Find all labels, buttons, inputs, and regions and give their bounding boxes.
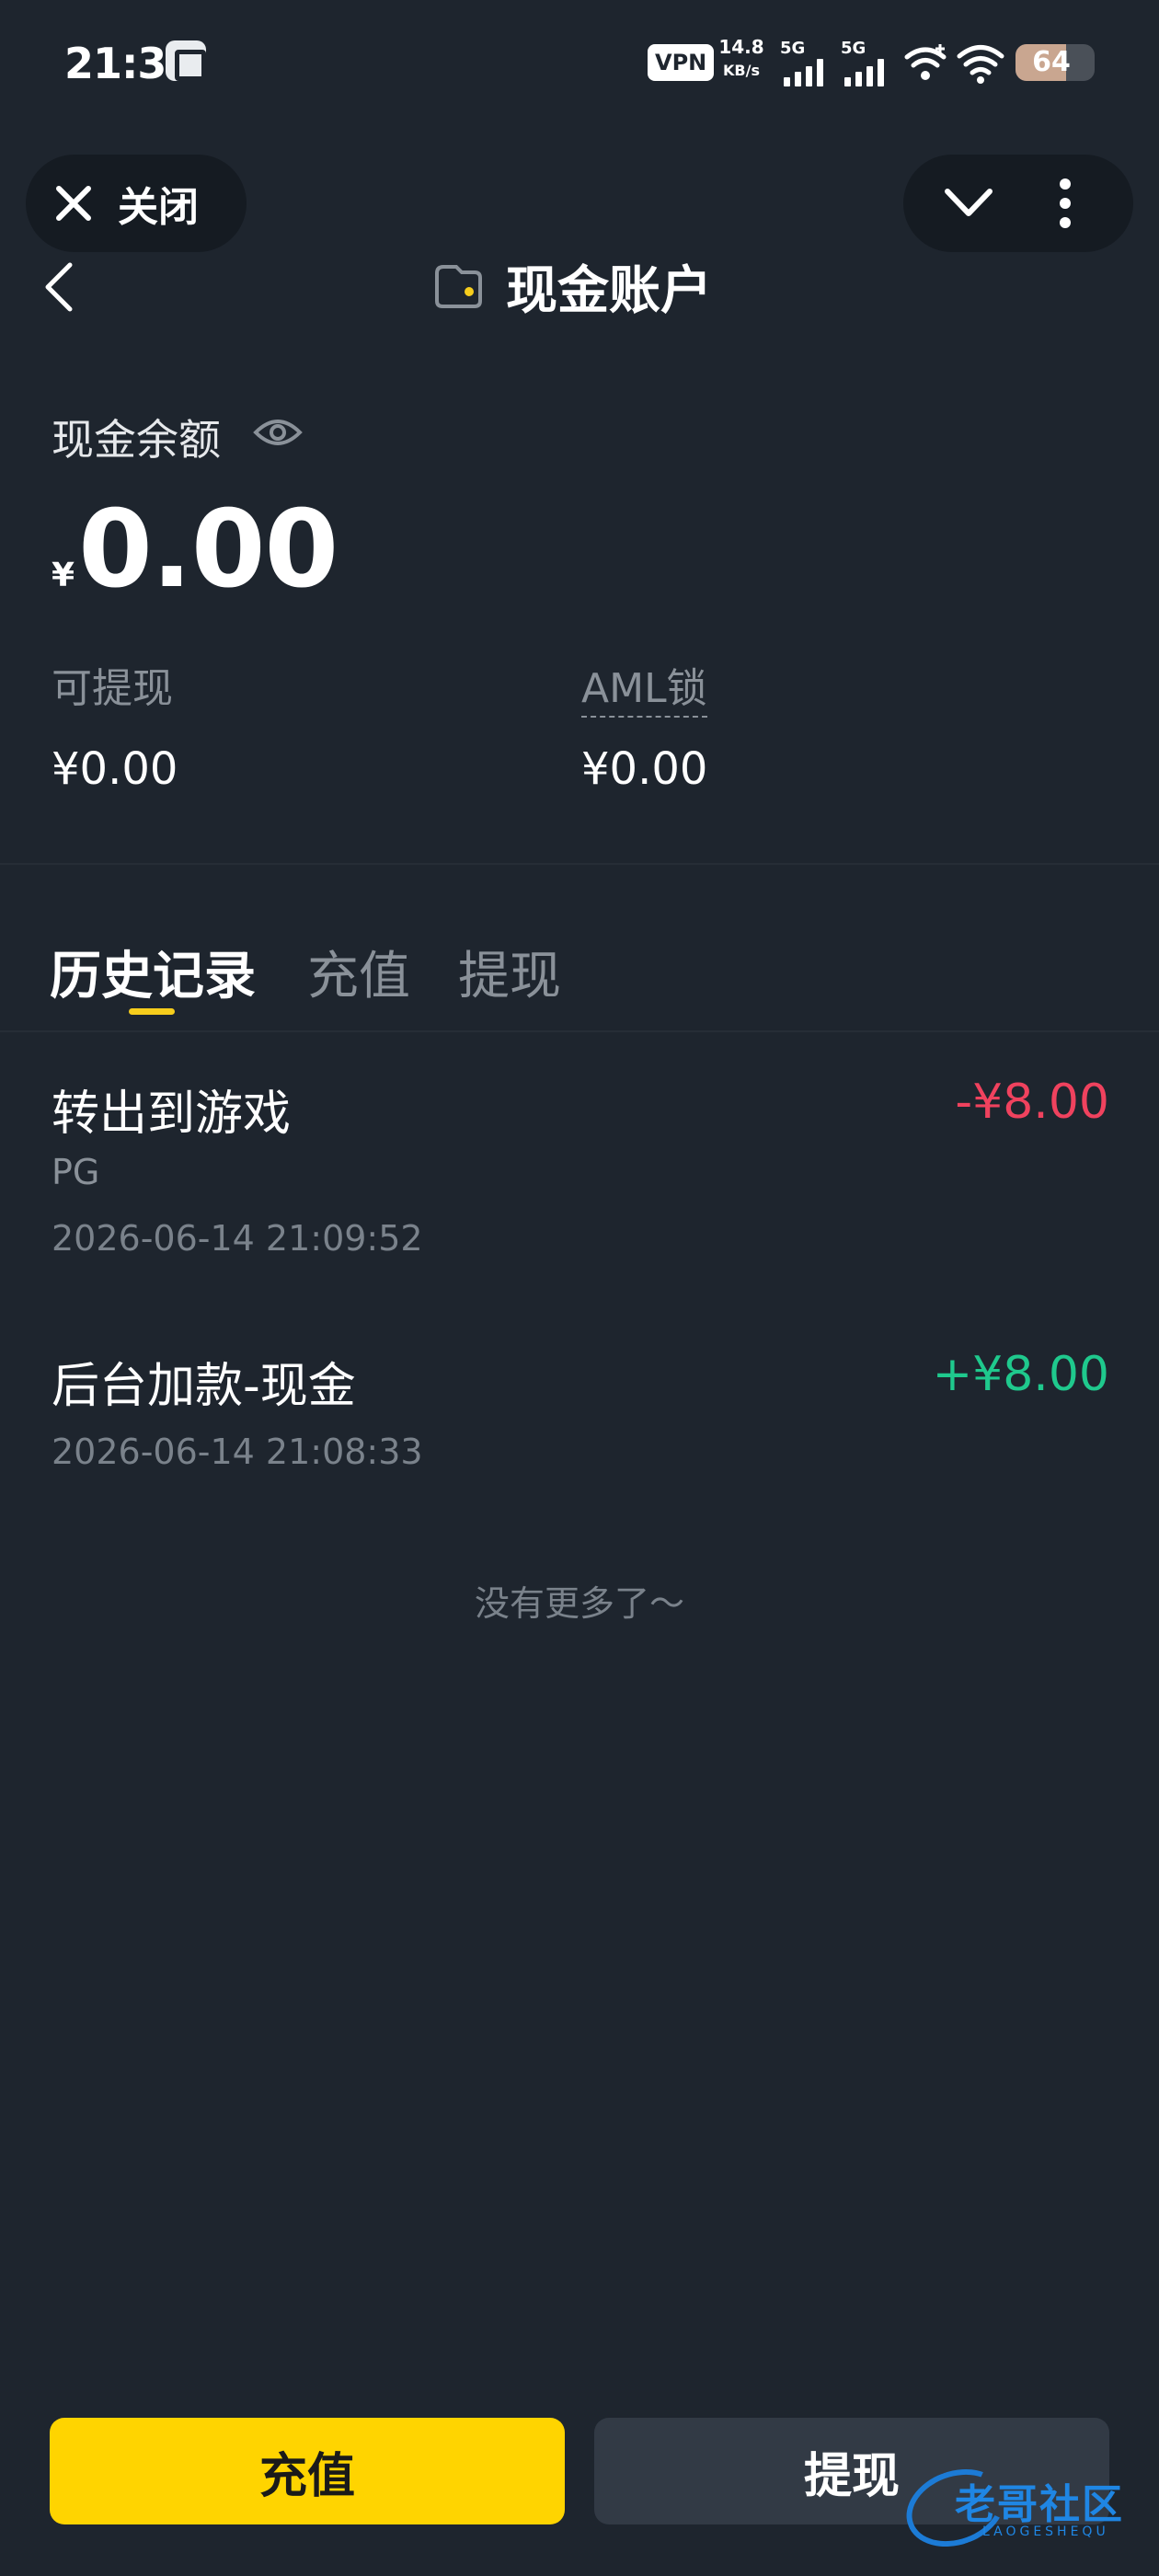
page-header: 现金账户	[432, 254, 712, 321]
close-button[interactable]: 关闭	[26, 155, 247, 252]
transaction-amount: +¥8.00	[932, 1347, 1109, 1402]
network-speed-unit: KB/s	[723, 62, 760, 79]
transaction-amount: -¥8.00	[955, 1075, 1109, 1130]
page-title: 现金账户	[506, 260, 712, 321]
network-speed: 14.8 KB/s	[717, 35, 765, 83]
signal-strength-icon: 5G	[780, 39, 841, 86]
watermark-subtext: LAOGESHEQU	[982, 2524, 1109, 2539]
eye-icon[interactable]	[252, 412, 304, 453]
active-tab-indicator	[129, 1008, 175, 1015]
deposit-button[interactable]: 充值	[50, 2418, 565, 2524]
list-item[interactable]: 转出到游戏 -¥8.00 PG 2026-06-14 21:09:52	[0, 1067, 1159, 1270]
transaction-subtitle: PG	[52, 1152, 100, 1192]
cash-balance-amount: 0.00	[78, 488, 339, 612]
chevron-down-icon[interactable]	[944, 186, 993, 221]
wifi-icon	[957, 45, 1004, 84]
battery-level: 64	[1032, 46, 1071, 78]
signal-strength-icon-2: 5G	[841, 39, 901, 86]
transaction-date: 2026-06-14 21:08:33	[52, 1432, 423, 1472]
battery-icon: 64	[1016, 44, 1095, 81]
tab-history[interactable]: 历史记录	[50, 935, 256, 1009]
cash-balance-label: 现金余额	[52, 415, 221, 465]
network-speed-value: 14.8	[718, 36, 764, 58]
mini-program-menu	[903, 155, 1133, 252]
transaction-title: 转出到游戏	[52, 1087, 292, 1142]
transaction-date: 2026-06-14 21:09:52	[52, 1218, 423, 1259]
vpn-badge: VPN	[648, 44, 715, 81]
more-options-icon[interactable]	[1047, 177, 1084, 230]
sim1-network-type: 5G	[780, 39, 806, 58]
list-end-text: 没有更多了〜	[474, 1583, 684, 1624]
withdrawable-label: 可提现	[52, 665, 173, 712]
wifi-hotspot-icon	[904, 44, 947, 80]
wallet-icon	[435, 265, 482, 308]
close-icon	[56, 186, 91, 221]
tabs-divider	[0, 1030, 1159, 1032]
watermark-logo: 老哥社区 LAOGESHEQU	[895, 2455, 1144, 2560]
close-label: 关闭	[118, 184, 199, 231]
tab-withdraw[interactable]: 提现	[458, 935, 561, 1009]
watermark-text: 老哥社区	[955, 2481, 1124, 2528]
notification-app-icon	[166, 40, 206, 81]
list-item[interactable]: 后台加款-现金 +¥8.00 2026-06-14 21:08:33	[0, 1340, 1159, 1487]
back-icon[interactable]	[40, 259, 77, 315]
transaction-title: 后台加款-现金	[52, 1359, 356, 1414]
currency-symbol: ¥	[52, 557, 75, 594]
tab-deposit[interactable]: 充值	[307, 935, 410, 1009]
cash-balance: ¥ 0.00	[52, 488, 339, 612]
aml-lock-value: ¥0.00	[581, 743, 708, 795]
aml-lock-label[interactable]: AML锁	[581, 655, 707, 718]
section-divider	[0, 863, 1159, 865]
sim2-network-type: 5G	[841, 39, 866, 58]
withdrawable-value: ¥0.00	[52, 743, 178, 795]
